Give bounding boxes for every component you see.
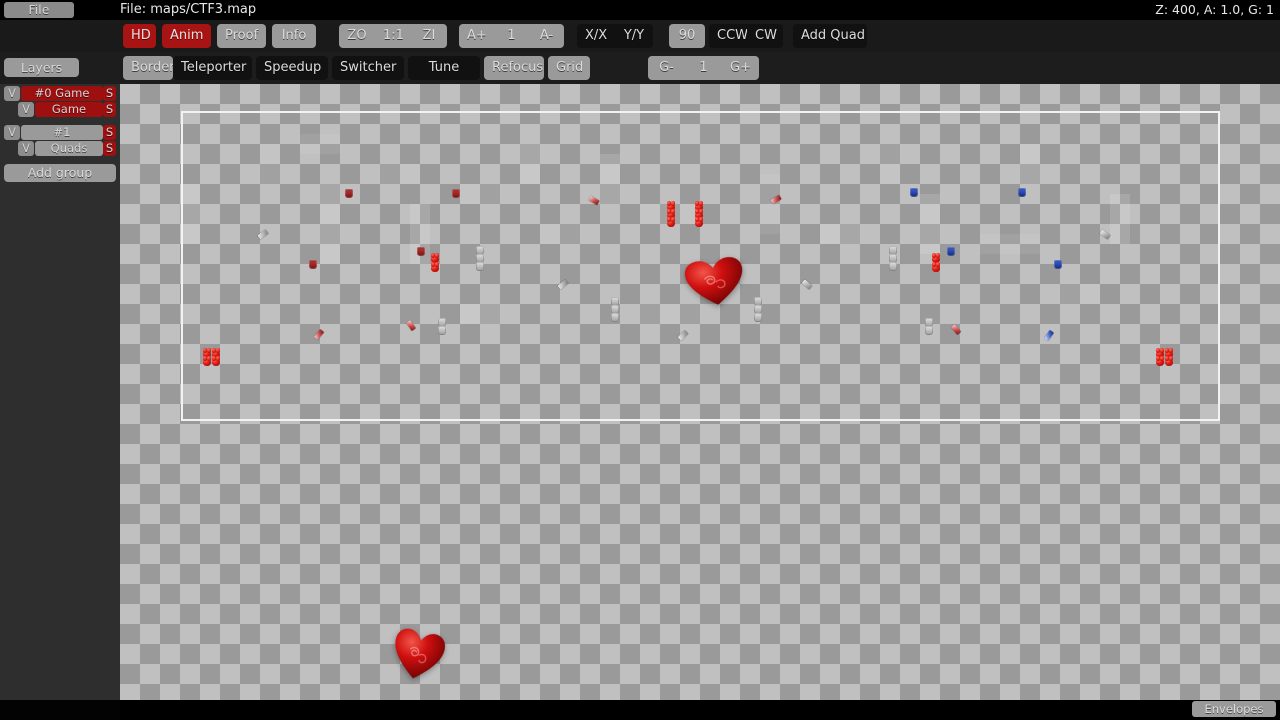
border-button[interactable]: Border: [123, 56, 175, 80]
health-pickup-icon: [694, 217, 704, 227]
quad-group: Add Quad: [793, 24, 867, 48]
layer-visibility-toggle[interactable]: V: [4, 125, 20, 140]
armor-pickup-icon: [438, 326, 446, 335]
armor-pickup-icon: [611, 313, 619, 322]
layer-visibility-toggle[interactable]: V: [18, 141, 34, 156]
zoom-status-label: Z: 400, A: 1.0, G: 1: [1155, 2, 1274, 17]
toolbar-secondary: Border Teleporter Speedup Switcher Tune …: [0, 52, 1280, 84]
layer-row-3[interactable]: V Quads S: [18, 141, 116, 156]
armor-pickup-icon: [1054, 260, 1062, 269]
flip-button-group: X/X Y/Y: [577, 24, 653, 48]
health-pickup-icon: [211, 356, 221, 366]
mode-button-group: HD Anim Proof Info: [123, 24, 316, 48]
anim-speed-down-button[interactable]: A-: [529, 24, 564, 48]
layer-group-row-2[interactable]: V #1 S: [4, 125, 116, 140]
rotate-ccw-button[interactable]: CCW: [709, 24, 748, 48]
zoom-in-button[interactable]: ZI: [411, 24, 447, 48]
map-canvas[interactable]: [120, 84, 1280, 700]
layers-panel: Layers V #0 Game S V Game S V #1 S V Qua…: [0, 58, 120, 720]
envelopes-button[interactable]: Envelopes: [1192, 701, 1276, 717]
layer-select-button[interactable]: S: [103, 141, 116, 156]
armor-pickup-icon: [925, 326, 933, 335]
tune-button[interactable]: Tune: [408, 56, 480, 80]
layer-row-1[interactable]: V Game S: [18, 102, 116, 117]
speedup-button[interactable]: Speedup: [256, 56, 328, 80]
layer-visibility-toggle[interactable]: V: [4, 86, 20, 101]
layer-name-label[interactable]: Game: [35, 102, 103, 117]
current-file-label: File: maps/CTF3.map: [120, 2, 257, 17]
info-button[interactable]: Info: [272, 24, 316, 48]
rotate-cw-button[interactable]: CW: [747, 24, 783, 48]
anim-speed-group: A+ 1 A-: [459, 24, 564, 48]
add-group-button[interactable]: Add group: [4, 164, 116, 182]
armor-pickup-icon: [754, 313, 762, 322]
layer-name-label[interactable]: Quads: [35, 141, 103, 156]
zoom-button-group: ZO 1:1 ZI: [339, 24, 447, 48]
flip-x-button[interactable]: X/X: [577, 24, 615, 48]
health-pickup-icon: [666, 217, 676, 227]
grid-button[interactable]: Grid: [548, 56, 590, 80]
hd-button[interactable]: HD: [123, 24, 156, 48]
grid-decrease-button[interactable]: G-: [648, 56, 685, 80]
large-heart-quad: [387, 625, 448, 685]
health-pickup-icon: [430, 262, 440, 272]
refocus-button[interactable]: Refocus: [484, 56, 544, 80]
anim-button[interactable]: Anim: [162, 24, 211, 48]
file-menu-button[interactable]: File: [4, 2, 74, 18]
armor-pickup-icon: [452, 189, 460, 198]
rotation-angle-value[interactable]: 90: [669, 24, 705, 48]
large-heart-quad: [682, 254, 748, 310]
anim-speed-up-button[interactable]: A+: [459, 24, 494, 48]
armor-pickup-icon: [947, 247, 955, 256]
layer-visibility-toggle[interactable]: V: [18, 102, 34, 117]
layer-select-button[interactable]: S: [103, 102, 116, 117]
health-pickup-icon: [1155, 356, 1165, 366]
health-pickup-icon: [1164, 356, 1174, 366]
zoom-out-button[interactable]: ZO: [339, 24, 375, 48]
proof-button[interactable]: Proof: [217, 24, 266, 48]
bottom-bar: [0, 700, 1280, 720]
add-quad-button[interactable]: Add Quad: [793, 24, 867, 48]
rotate-group: 90 CCW CW: [669, 24, 783, 48]
grid-increase-button[interactable]: G+: [722, 56, 759, 80]
menubar: File File: maps/CTF3.map Z: 400, A: 1.0,…: [0, 0, 1280, 20]
armor-pickup-icon: [417, 247, 425, 256]
editor-window: File File: maps/CTF3.map Z: 400, A: 1.0,…: [0, 0, 1280, 720]
layer-name-label[interactable]: #1: [21, 125, 103, 140]
layer-select-button[interactable]: S: [103, 125, 116, 140]
teleporter-button[interactable]: Teleporter: [173, 56, 252, 80]
anim-speed-value: 1: [494, 24, 529, 48]
armor-pickup-icon: [889, 262, 897, 271]
armor-pickup-icon: [476, 262, 484, 271]
layers-panel-title[interactable]: Layers: [4, 58, 79, 77]
armor-pickup-icon: [345, 189, 353, 198]
layer-select-button[interactable]: S: [103, 86, 116, 101]
zoom-reset-button[interactable]: 1:1: [375, 24, 411, 48]
tool-button-group: Border Teleporter Speedup Switcher Tune …: [123, 56, 590, 80]
layer-name-label[interactable]: #0 Game: [21, 86, 103, 101]
armor-pickup-icon: [309, 260, 317, 269]
armor-pickup-icon: [910, 188, 918, 197]
toolbar-primary: HD Anim Proof Info ZO 1:1 ZI A+ 1 A- X/X…: [0, 20, 1280, 52]
switcher-button[interactable]: Switcher: [332, 56, 404, 80]
grid-size-group: G- 1 G+: [648, 56, 759, 80]
layer-group-row-0[interactable]: V #0 Game S: [4, 86, 116, 101]
health-pickup-icon: [931, 262, 941, 272]
armor-pickup-icon: [1018, 188, 1026, 197]
health-pickup-icon: [202, 356, 212, 366]
grid-size-value: 1: [685, 56, 722, 80]
flip-y-button[interactable]: Y/Y: [615, 24, 653, 48]
